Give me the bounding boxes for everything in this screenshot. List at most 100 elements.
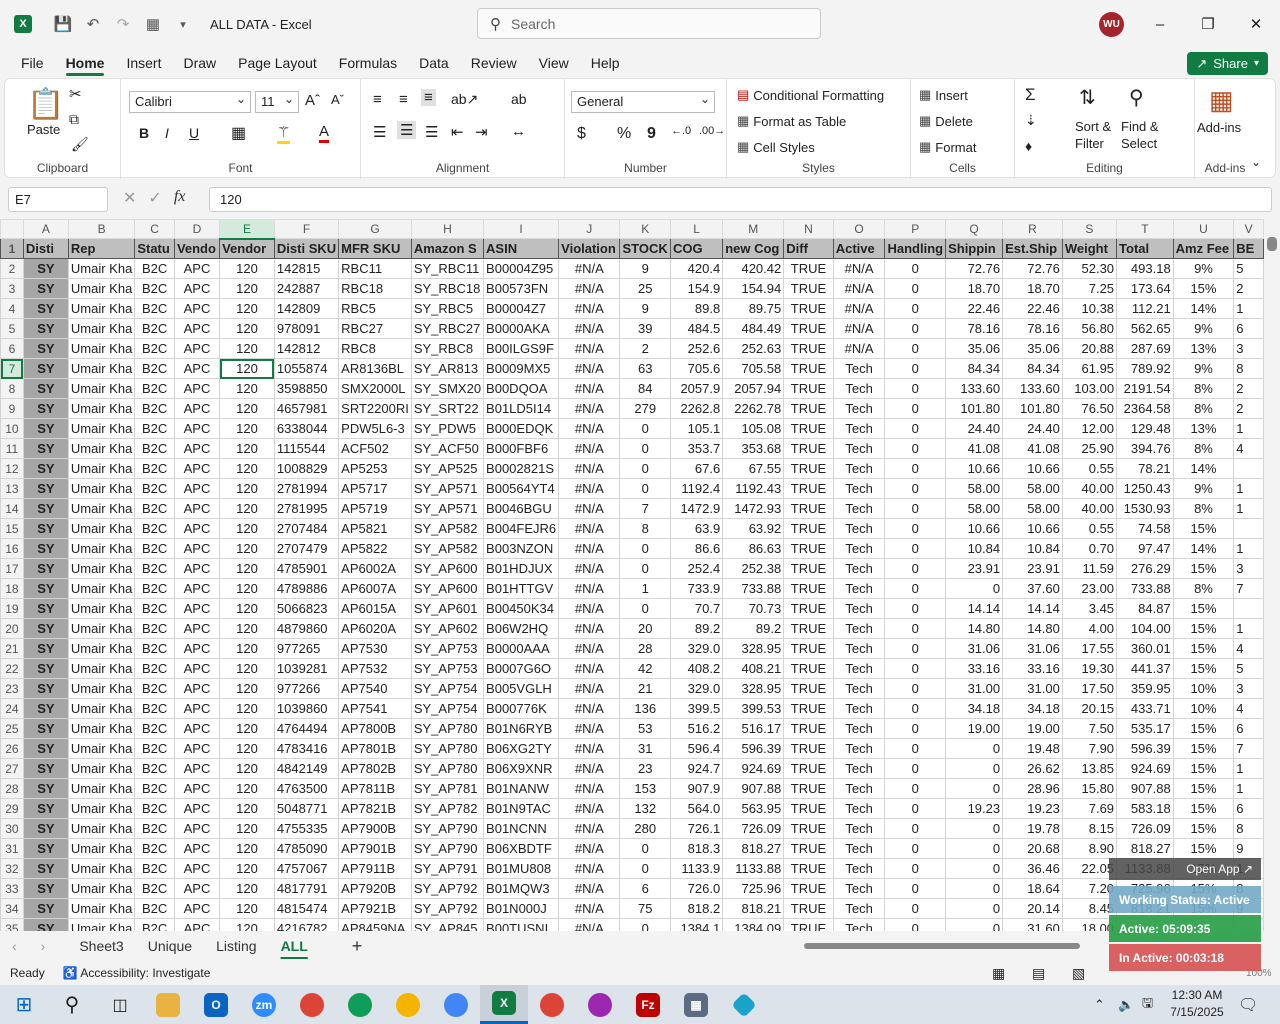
- cell[interactable]: 726.1: [670, 818, 724, 839]
- cell[interactable]: AP7800B: [338, 718, 412, 739]
- cell[interactable]: SY: [22, 298, 69, 319]
- filezilla-icon[interactable]: Fz: [624, 985, 672, 1024]
- cell[interactable]: 104.00: [1116, 618, 1174, 639]
- cell[interactable]: SY: [22, 658, 69, 679]
- cell[interactable]: 420.4: [670, 258, 724, 279]
- cell[interactable]: 31.60: [1002, 918, 1063, 931]
- row-header[interactable]: 8: [0, 378, 24, 399]
- cell[interactable]: B2C: [134, 658, 175, 679]
- decrease-decimal-icon[interactable]: .00→: [699, 125, 725, 137]
- cell[interactable]: 0: [884, 658, 947, 679]
- cell[interactable]: 34.18: [945, 698, 1004, 719]
- cell[interactable]: 4: [1233, 438, 1264, 459]
- cell[interactable]: SY: [22, 318, 69, 339]
- borders-icon[interactable]: ▦: [231, 123, 246, 143]
- cell[interactable]: B2C: [134, 478, 175, 499]
- cell[interactable]: 287.69: [1116, 338, 1174, 359]
- cell[interactable]: B00DQOA: [483, 378, 560, 399]
- cell[interactable]: 18.64: [1002, 878, 1063, 899]
- cell[interactable]: B01LD5I14: [483, 398, 560, 419]
- cell[interactable]: 15.80: [1061, 778, 1118, 799]
- cell[interactable]: 6: [1233, 718, 1264, 739]
- cell[interactable]: 0: [619, 558, 672, 579]
- cell[interactable]: TRUE: [783, 818, 834, 839]
- calculator-icon[interactable]: ▦: [672, 985, 720, 1024]
- cell[interactable]: TRUE: [783, 638, 834, 659]
- windows-start-icon[interactable]: ⊞: [0, 985, 48, 1024]
- cell[interactable]: 8: [1233, 358, 1264, 379]
- cell[interactable]: SY: [22, 558, 69, 579]
- cell[interactable]: SY_AP780: [410, 718, 485, 739]
- header-cell[interactable]: new Cog: [722, 238, 785, 259]
- cell[interactable]: 9%: [1172, 258, 1235, 279]
- avatar[interactable]: WU: [1099, 12, 1124, 37]
- cell[interactable]: #N/A: [558, 538, 621, 559]
- cell[interactable]: SY: [22, 718, 69, 739]
- cell[interactable]: 564.0: [670, 798, 724, 819]
- cell[interactable]: SY: [22, 578, 69, 599]
- cell[interactable]: 907.88: [1116, 778, 1174, 799]
- cell[interactable]: 1472.93: [722, 498, 785, 519]
- cell[interactable]: Umair Kha: [67, 838, 136, 859]
- cell[interactable]: 7.25: [1061, 278, 1118, 299]
- header-cell[interactable]: Weight: [1061, 238, 1118, 259]
- cell[interactable]: APC: [173, 698, 221, 719]
- cell[interactable]: #N/A: [558, 458, 621, 479]
- cell[interactable]: Tech: [832, 858, 886, 879]
- cell[interactable]: 0: [945, 778, 1004, 799]
- conditional-formatting-button[interactable]: ▤ Conditional Formatting: [737, 87, 884, 103]
- add-sheet-icon[interactable]: +: [340, 936, 375, 957]
- cell[interactable]: SY: [22, 818, 69, 839]
- cell[interactable]: 23.00: [1061, 578, 1118, 599]
- cell[interactable]: 31.06: [945, 638, 1004, 659]
- cell[interactable]: SY_AP782: [410, 798, 485, 819]
- cell[interactable]: 3598850: [273, 378, 340, 399]
- cell[interactable]: B01HDJUX: [483, 558, 560, 579]
- cell[interactable]: TRUE: [783, 258, 834, 279]
- cell[interactable]: 4764494: [273, 718, 340, 739]
- cell[interactable]: B00004Z95: [483, 258, 560, 279]
- cell[interactable]: 173.64: [1116, 278, 1174, 299]
- cell[interactable]: APC: [173, 338, 221, 359]
- cell[interactable]: TRUE: [783, 558, 834, 579]
- cell[interactable]: 10%: [1172, 678, 1235, 699]
- row-header[interactable]: 25: [0, 718, 24, 739]
- row-header[interactable]: 21: [0, 638, 24, 659]
- cell[interactable]: 120: [219, 478, 275, 499]
- cell[interactable]: 4785090: [273, 838, 340, 859]
- cell[interactable]: B00004Z7: [483, 298, 560, 319]
- row-header[interactable]: 32: [0, 858, 24, 879]
- cell[interactable]: 0: [884, 918, 947, 931]
- cell[interactable]: 28: [619, 638, 672, 659]
- cell[interactable]: SY: [22, 338, 69, 359]
- cell[interactable]: APC: [173, 558, 221, 579]
- cell[interactable]: B2C: [134, 418, 175, 439]
- cell[interactable]: B2C: [134, 378, 175, 399]
- decrease-font-icon[interactable]: Aˇ: [331, 92, 344, 107]
- cell[interactable]: 2707484: [273, 518, 340, 539]
- cell[interactable]: 978091: [273, 318, 340, 339]
- cell[interactable]: 120: [219, 898, 275, 919]
- cell[interactable]: 0: [945, 578, 1004, 599]
- cell[interactable]: 84.34: [945, 358, 1004, 379]
- app-diamond-icon[interactable]: [720, 985, 768, 1024]
- cell[interactable]: 535.17: [1116, 718, 1174, 739]
- cell[interactable]: B00450K34: [483, 598, 560, 619]
- cell[interactable]: APC: [173, 658, 221, 679]
- normal-view-icon[interactable]: ▦: [992, 965, 1005, 982]
- cell[interactable]: Umair Kha: [67, 358, 136, 379]
- cell[interactable]: 18.70: [945, 278, 1004, 299]
- cell[interactable]: 0: [884, 318, 947, 339]
- cell[interactable]: B00TUSNI: [483, 918, 560, 931]
- row-header[interactable]: 18: [0, 578, 24, 599]
- cell[interactable]: 120: [219, 918, 275, 931]
- cell[interactable]: 0: [884, 898, 947, 919]
- cell[interactable]: SY_AP791: [410, 858, 485, 879]
- cell[interactable]: APC: [173, 478, 221, 499]
- cell[interactable]: 26.62: [1002, 758, 1063, 779]
- accessibility-status[interactable]: ♿ Accessibility: Investigate: [63, 966, 211, 980]
- cell[interactable]: SY: [22, 618, 69, 639]
- cell[interactable]: 120: [219, 578, 275, 599]
- cell[interactable]: SY: [22, 538, 69, 559]
- cell[interactable]: 0: [884, 418, 947, 439]
